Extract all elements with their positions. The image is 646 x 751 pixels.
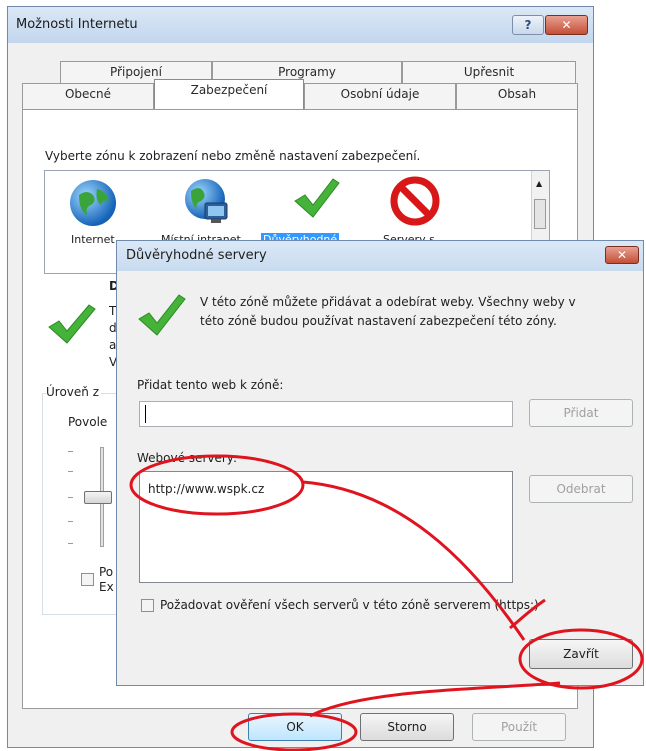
trusted-checkmark-icon (138, 294, 186, 336)
require-https-checkbox[interactable] (141, 599, 154, 612)
dialog-description-line-1: V této zóně můžete přidávat a odebírat w… (200, 295, 576, 309)
intranet-icon (185, 179, 228, 223)
slider-tick (68, 543, 73, 544)
zone-instruction: Vyberte zónu k zobrazení nebo změně nast… (45, 149, 421, 163)
tab-privacy[interactable]: Osobní údaje (304, 83, 456, 109)
text-cursor (145, 405, 146, 423)
globe-icon (70, 180, 116, 226)
close-button[interactable]: ✕ (545, 15, 588, 35)
trusted-zone-checkmark-icon (48, 304, 96, 344)
help-button[interactable]: ? (512, 15, 544, 35)
dialog-close-button[interactable]: ✕ (605, 246, 639, 264)
tab-general[interactable]: Obecné (22, 83, 154, 109)
ok-button[interactable]: OK (248, 713, 342, 741)
checkmark-icon (294, 178, 340, 218)
remove-button[interactable]: Odebrat (529, 475, 633, 503)
add-site-input[interactable] (139, 401, 513, 427)
slider-tick (68, 451, 73, 452)
allowed-levels-label: Povole (68, 415, 108, 429)
tab-security[interactable]: Zabezpečení (154, 79, 304, 109)
require-https-label: Požadovat ověření všech serverů v této z… (160, 598, 539, 612)
zone-label-internet: Internet (71, 233, 115, 246)
slider-tick (68, 521, 73, 522)
protected-mode-label-1: Po (99, 565, 114, 579)
cancel-button[interactable]: Storno (360, 713, 454, 741)
list-item[interactable]: http://www.wspk.cz (148, 482, 264, 496)
close-dialog-button[interactable]: Zavřít (529, 639, 633, 669)
close-icon: ✕ (616, 248, 628, 262)
trusted-sites-dialog: Důvěryhodné servery ✕ V této zóně můžete… (116, 240, 644, 686)
title-bar: Možnosti Internetu ? ✕ (8, 7, 593, 43)
websites-label: Webové servery: (137, 451, 238, 465)
add-button[interactable]: Přidat (529, 399, 633, 427)
websites-list[interactable]: http://www.wspk.cz (139, 471, 513, 583)
scroll-up-icon[interactable]: ▲ (536, 179, 542, 188)
add-site-label: Přidat tento web k zóně: (137, 378, 284, 392)
slider-tick (68, 471, 73, 472)
close-icon: ✕ (561, 18, 572, 32)
security-level-slider[interactable] (84, 491, 112, 504)
tab-advanced[interactable]: Upřesnit (402, 61, 576, 83)
slider-tick (68, 497, 73, 498)
security-level-label: Úroveň z (46, 385, 101, 399)
dialog-title-bar: Důvěryhodné servery ✕ (117, 241, 643, 271)
scroll-thumb[interactable] (534, 199, 546, 229)
restricted-icon (390, 176, 440, 226)
window-title: Možnosti Internetu (16, 17, 138, 32)
protected-mode-label-2: Ex (99, 580, 114, 594)
dialog-title: Důvěryhodné servery (126, 248, 267, 263)
protected-mode-checkbox[interactable] (81, 573, 94, 586)
help-icon: ? (524, 18, 532, 32)
apply-button[interactable]: Použít (472, 713, 566, 741)
tab-content[interactable]: Obsah (456, 83, 578, 109)
dialog-description-line-2: této zóně budou používat nastavení zabez… (200, 314, 557, 328)
